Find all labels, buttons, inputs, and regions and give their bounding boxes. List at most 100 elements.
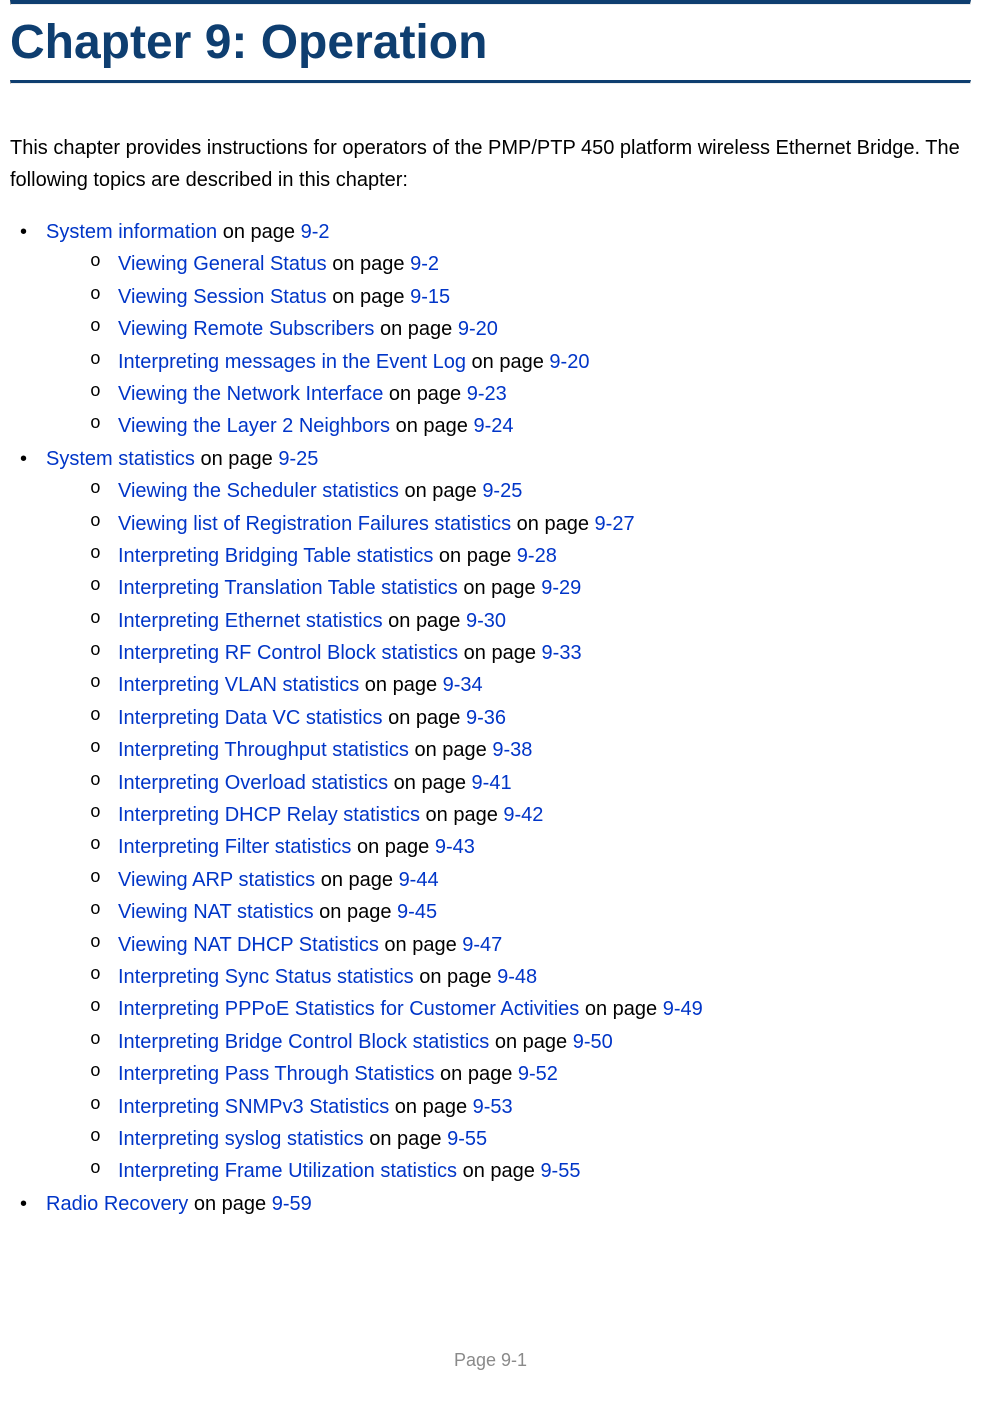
toc-sublink[interactable]: Interpreting DHCP Relay statistics bbox=[118, 804, 420, 826]
toc-subitem: Viewing NAT DHCP Statistics on page 9-47 bbox=[46, 929, 971, 961]
toc-subitem: Viewing the Layer 2 Neighbors on page 9-… bbox=[46, 410, 971, 442]
page-ref[interactable]: 9-15 bbox=[410, 286, 450, 308]
page-ref[interactable]: 9-53 bbox=[473, 1096, 513, 1118]
toc-sublink[interactable]: Interpreting RF Control Block statistics bbox=[118, 642, 458, 664]
toc-sublink[interactable]: Interpreting PPPoE Statistics for Custom… bbox=[118, 998, 579, 1020]
toc-subitem: Interpreting syslog statistics on page 9… bbox=[46, 1123, 971, 1155]
toc-subitem: Interpreting Ethernet statistics on page… bbox=[46, 605, 971, 637]
on-page-text: on page bbox=[466, 351, 549, 373]
page-ref[interactable]: 9-43 bbox=[435, 836, 475, 858]
on-page-text: on page bbox=[434, 1063, 517, 1085]
page-ref[interactable]: 9-20 bbox=[458, 318, 498, 340]
toc-sublink[interactable]: Interpreting Pass Through Statistics bbox=[118, 1063, 434, 1085]
page-ref[interactable]: 9-2 bbox=[301, 221, 330, 243]
page-ref[interactable]: 9-47 bbox=[462, 934, 502, 956]
on-page-text: on page bbox=[383, 383, 466, 405]
page-footer: Page 9-1 bbox=[10, 1350, 971, 1371]
toc-sublist: Viewing the Scheduler statistics on page… bbox=[46, 475, 971, 1188]
toc-section: System information on page 9-2Viewing Ge… bbox=[10, 216, 971, 443]
toc-sublink[interactable]: Interpreting syslog statistics bbox=[118, 1128, 364, 1150]
on-page-text: on page bbox=[414, 966, 497, 988]
toc-sublist: Viewing General Status on page 9-2 Viewin… bbox=[46, 248, 971, 442]
on-page-text: on page bbox=[388, 772, 471, 794]
toc-subitem: Interpreting messages in the Event Log o… bbox=[46, 346, 971, 378]
page-ref[interactable]: 9-24 bbox=[473, 415, 513, 437]
page-ref[interactable]: 9-59 bbox=[272, 1193, 312, 1215]
page-ref[interactable]: 9-23 bbox=[467, 383, 507, 405]
toc-sublink[interactable]: Interpreting Overload statistics bbox=[118, 772, 388, 794]
page-ref[interactable]: 9-2 bbox=[410, 253, 439, 275]
toc-subitem: Viewing NAT statistics on page 9-45 bbox=[46, 896, 971, 928]
on-page-text: on page bbox=[327, 253, 410, 275]
toc-link[interactable]: Radio Recovery bbox=[46, 1193, 194, 1215]
toc-sublink[interactable]: Interpreting Ethernet statistics bbox=[118, 610, 383, 632]
toc-sublink[interactable]: Interpreting Throughput statistics bbox=[118, 739, 409, 761]
on-page-text: on page bbox=[314, 901, 397, 923]
toc-sublink[interactable]: Interpreting Bridge Control Block statis… bbox=[118, 1031, 489, 1053]
toc-subitem: Interpreting DHCP Relay statistics on pa… bbox=[46, 799, 971, 831]
page-ref[interactable]: 9-44 bbox=[399, 869, 439, 891]
on-page-text: on page bbox=[364, 1128, 447, 1150]
toc-subitem: Interpreting Overload statistics on page… bbox=[46, 767, 971, 799]
page-ref[interactable]: 9-50 bbox=[573, 1031, 613, 1053]
toc-sublink[interactable]: Viewing the Network Interface bbox=[118, 383, 383, 405]
page-ref[interactable]: 9-28 bbox=[517, 545, 557, 567]
toc-sublink[interactable]: Viewing NAT statistics bbox=[118, 901, 314, 923]
toc-sublink[interactable]: Viewing General Status bbox=[118, 253, 327, 275]
toc-link[interactable]: System information bbox=[46, 221, 217, 243]
page-ref[interactable]: 9-25 bbox=[278, 448, 318, 470]
on-page-text: on page bbox=[389, 1096, 472, 1118]
toc-subitem: Interpreting Bridging Table statistics o… bbox=[46, 540, 971, 572]
page-ref[interactable]: 9-36 bbox=[466, 707, 506, 729]
page-ref[interactable]: 9-27 bbox=[595, 513, 635, 535]
toc-sublink[interactable]: Interpreting Filter statistics bbox=[118, 836, 351, 858]
page-ref[interactable]: 9-33 bbox=[542, 642, 582, 664]
page-ref[interactable]: 9-38 bbox=[492, 739, 532, 761]
toc-section: Radio Recovery on page 9-59 bbox=[10, 1188, 971, 1220]
toc-link[interactable]: System statistics bbox=[46, 448, 195, 470]
toc-subitem: Interpreting Filter statistics on page 9… bbox=[46, 831, 971, 863]
page-ref[interactable]: 9-30 bbox=[466, 610, 506, 632]
toc-sublink[interactable]: Interpreting Frame Utilization statistic… bbox=[118, 1160, 457, 1182]
page-ref[interactable]: 9-55 bbox=[447, 1128, 487, 1150]
toc-subitem: Interpreting Data VC statistics on page … bbox=[46, 702, 971, 734]
top-rule bbox=[10, 0, 971, 5]
page-ref[interactable]: 9-34 bbox=[443, 674, 483, 696]
toc-subitem: Interpreting Frame Utilization statistic… bbox=[46, 1155, 971, 1187]
toc-sublink[interactable]: Interpreting Data VC statistics bbox=[118, 707, 383, 729]
page-ref[interactable]: 9-48 bbox=[497, 966, 537, 988]
toc-sublink[interactable]: Interpreting VLAN statistics bbox=[118, 674, 359, 696]
toc-sublink[interactable]: Interpreting messages in the Event Log bbox=[118, 351, 466, 373]
toc-sublink[interactable]: Viewing the Scheduler statistics bbox=[118, 480, 399, 502]
page-ref[interactable]: 9-29 bbox=[541, 577, 581, 599]
on-page-text: on page bbox=[351, 836, 434, 858]
toc-subitem: Interpreting SNMPv3 Statistics on page 9… bbox=[46, 1091, 971, 1123]
toc-sublink[interactable]: Viewing NAT DHCP Statistics bbox=[118, 934, 379, 956]
page-ref[interactable]: 9-55 bbox=[540, 1160, 580, 1182]
toc-sublink[interactable]: Viewing ARP statistics bbox=[118, 869, 315, 891]
toc-sublink[interactable]: Viewing list of Registration Failures st… bbox=[118, 513, 511, 535]
toc-sublink[interactable]: Viewing Session Status bbox=[118, 286, 327, 308]
page-ref[interactable]: 9-20 bbox=[549, 351, 589, 373]
page-ref[interactable]: 9-45 bbox=[397, 901, 437, 923]
toc-sublink[interactable]: Interpreting SNMPv3 Statistics bbox=[118, 1096, 389, 1118]
toc-sublink[interactable]: Interpreting Translation Table statistic… bbox=[118, 577, 458, 599]
on-page-text: on page bbox=[374, 318, 457, 340]
toc-subitem: Viewing list of Registration Failures st… bbox=[46, 508, 971, 540]
page-ref[interactable]: 9-25 bbox=[482, 480, 522, 502]
page-ref[interactable]: 9-41 bbox=[472, 772, 512, 794]
on-page-text: on page bbox=[489, 1031, 572, 1053]
toc-sublink[interactable]: Interpreting Bridging Table statistics bbox=[118, 545, 433, 567]
on-page-text: on page bbox=[457, 1160, 540, 1182]
toc-sublink[interactable]: Viewing Remote Subscribers bbox=[118, 318, 374, 340]
toc-sublink[interactable]: Viewing the Layer 2 Neighbors bbox=[118, 415, 390, 437]
toc-subitem: Viewing Remote Subscribers on page 9-20 bbox=[46, 313, 971, 345]
on-page-text: on page bbox=[409, 739, 492, 761]
toc-subitem: Interpreting Sync Status statistics on p… bbox=[46, 961, 971, 993]
toc-sublink[interactable]: Interpreting Sync Status statistics bbox=[118, 966, 414, 988]
toc-section: System statistics on page 9-25Viewing th… bbox=[10, 443, 971, 1188]
page-ref[interactable]: 9-49 bbox=[663, 998, 703, 1020]
page-ref[interactable]: 9-52 bbox=[518, 1063, 558, 1085]
page-ref[interactable]: 9-42 bbox=[503, 804, 543, 826]
on-page-text: on page bbox=[327, 286, 410, 308]
